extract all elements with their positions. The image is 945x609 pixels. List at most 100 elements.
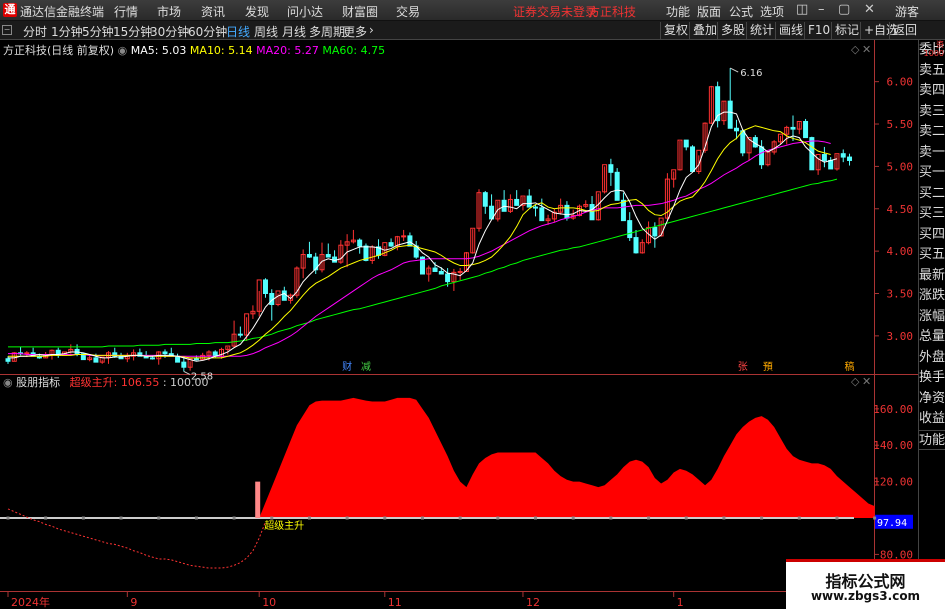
overlay-button[interactable]: 叠加 (689, 22, 720, 39)
menu-item-discover[interactable]: 发现 (245, 3, 269, 20)
panel-item-ask4[interactable]: 卖四 (919, 81, 945, 102)
date-label: 1 (677, 596, 684, 609)
tab-timeshare[interactable]: 分时 (23, 23, 47, 40)
tab-daily[interactable]: 日线 (226, 23, 250, 40)
maximize-icon[interactable]: ▢ (838, 2, 850, 17)
candle-down (733, 127, 739, 132)
price-tick-label: 3.00 (887, 330, 914, 343)
draw-line-button[interactable]: 画线 (775, 22, 806, 39)
guest-login[interactable]: 游客 (895, 3, 919, 20)
candle-down (407, 235, 413, 247)
price-tick-label: 5.50 (887, 118, 914, 131)
menu-item-trade[interactable]: 交易 (396, 3, 420, 20)
event-marker: 預 (763, 361, 773, 373)
ma10-label: MA10: 5.14 (189, 44, 253, 57)
menu-item-quotes[interactable]: 行情 (114, 3, 138, 20)
panel-item-last[interactable]: 最新 (919, 266, 945, 287)
menu-item-function[interactable]: 功能 (666, 3, 690, 20)
panel-item-turnover[interactable]: 换手 (919, 368, 945, 389)
candle-down (633, 237, 639, 254)
baseline-marker (119, 516, 123, 520)
settings-icon[interactable]: ◉ (118, 44, 128, 57)
tab-more[interactable]: 更多 (343, 23, 367, 40)
panel-item-ask2[interactable]: 卖二 (919, 122, 945, 143)
panel-item-ask1[interactable]: 卖一 (919, 143, 945, 164)
adjust-button[interactable]: 复权 (660, 22, 691, 39)
candle-down (847, 156, 853, 161)
panel-item-bid2[interactable]: 买二 (919, 184, 945, 205)
tab-1min[interactable]: 1分钟 (51, 23, 83, 40)
candle-down (306, 254, 312, 258)
indicator-tick-label: 140.00 (873, 439, 913, 452)
panel-item-volume[interactable]: 总量 (919, 327, 945, 348)
baseline-marker (458, 516, 462, 520)
tab-30min[interactable]: 30分钟 (150, 23, 189, 40)
menu-item-options[interactable]: 选项 (760, 3, 784, 20)
panel-item-ask5[interactable]: 卖五 (919, 61, 945, 82)
panel-item-bid4[interactable]: 买四 (919, 225, 945, 246)
indicator-name[interactable]: 股朋指标 (16, 376, 60, 389)
right-quote-panel: 资 1000 委比 卖五 卖四 卖三 卖二 卖一 买一 买二 买三 买四 买五 最… (918, 40, 945, 609)
f10-button[interactable]: F10 (804, 22, 833, 39)
kline-chart[interactable]: ◇✕◇✕3.003.504.004.505.005.506.0060.0080.… (0, 40, 918, 609)
candle-down (181, 361, 187, 368)
price-tick-label: 4.00 (887, 245, 914, 258)
candle-down (281, 290, 287, 301)
panel-item-earnings[interactable]: 收益 (919, 409, 945, 430)
menu-item-ask[interactable]: 问小达 (287, 3, 323, 20)
diamond-icon: ◇ (851, 43, 860, 56)
candle-down (149, 357, 155, 360)
panel-item-bid1[interactable]: 买一 (919, 163, 945, 184)
price-tick-label: 5.00 (887, 160, 914, 173)
login-notice[interactable]: 证券交易未登录 (513, 3, 597, 20)
multi-stock-button[interactable]: 多股 (717, 22, 748, 39)
mark-button[interactable]: 标记 (831, 22, 862, 39)
tshirt-icon[interactable]: ◫ (796, 2, 808, 17)
tab-5min[interactable]: 5分钟 (82, 23, 114, 40)
event-marker: 张 (738, 361, 748, 373)
candle-up (457, 270, 463, 273)
candle-down (5, 358, 11, 362)
candle-down (533, 206, 539, 209)
baseline-marker (609, 516, 613, 520)
panel-item-change[interactable]: 涨跌 (919, 286, 945, 307)
menu-item-market[interactable]: 市场 (157, 3, 181, 20)
candle-down (740, 130, 746, 154)
stock-name-title: 方正科技 (588, 5, 637, 19)
menu-item-formula[interactable]: 公式 (729, 3, 753, 20)
candle-down (237, 333, 243, 336)
panel-item-net-assets[interactable]: 净资 (919, 389, 945, 410)
tab-multi-period[interactable]: 多周期 (309, 23, 345, 40)
panel-item-change-pct[interactable]: 涨幅 (919, 307, 945, 328)
panel-item-ask3[interactable]: 卖三 (919, 102, 945, 123)
panel-item-bid5[interactable]: 买五 (919, 245, 945, 266)
ma60-label: MA60: 4.75 (322, 44, 386, 57)
panel-item-outer[interactable]: 外盘 (919, 348, 945, 369)
candle-down (539, 207, 545, 222)
indicator-line2-value: 100.00 (170, 376, 209, 389)
menu-item-layout[interactable]: 版面 (697, 3, 721, 20)
baseline-marker (873, 516, 877, 520)
panel-item-bid3[interactable]: 买三 (919, 204, 945, 225)
minimize-icon[interactable]: – (818, 2, 825, 17)
menu-item-wealth[interactable]: 财富圈 (342, 3, 378, 20)
tab-monthly[interactable]: 月线 (282, 23, 306, 40)
chevron-right-icon[interactable]: › (369, 23, 374, 37)
price-tick-label: 3.50 (887, 288, 914, 301)
back-button[interactable]: 返回 (889, 22, 920, 39)
menu-item-news[interactable]: 资讯 (201, 3, 225, 20)
collapse-icon[interactable]: − (2, 25, 12, 35)
ma20-label: MA20: 5.27 (256, 44, 319, 57)
tab-60min[interactable]: 60分钟 (188, 23, 227, 40)
indicator-settings-icon[interactable]: ◉ (3, 376, 13, 389)
candle-down (357, 239, 363, 247)
stats-button[interactable]: 统计 (746, 22, 777, 39)
candle-down (482, 192, 488, 207)
tab-weekly[interactable]: 周线 (254, 23, 278, 40)
candle-down (193, 358, 199, 361)
candle-down (93, 357, 99, 363)
panel-item-function[interactable]: 功能 (919, 429, 945, 450)
tab-15min[interactable]: 15分钟 (113, 23, 152, 40)
price-tick-label: 4.50 (887, 203, 914, 216)
close-icon[interactable]: ✕ (864, 2, 875, 17)
